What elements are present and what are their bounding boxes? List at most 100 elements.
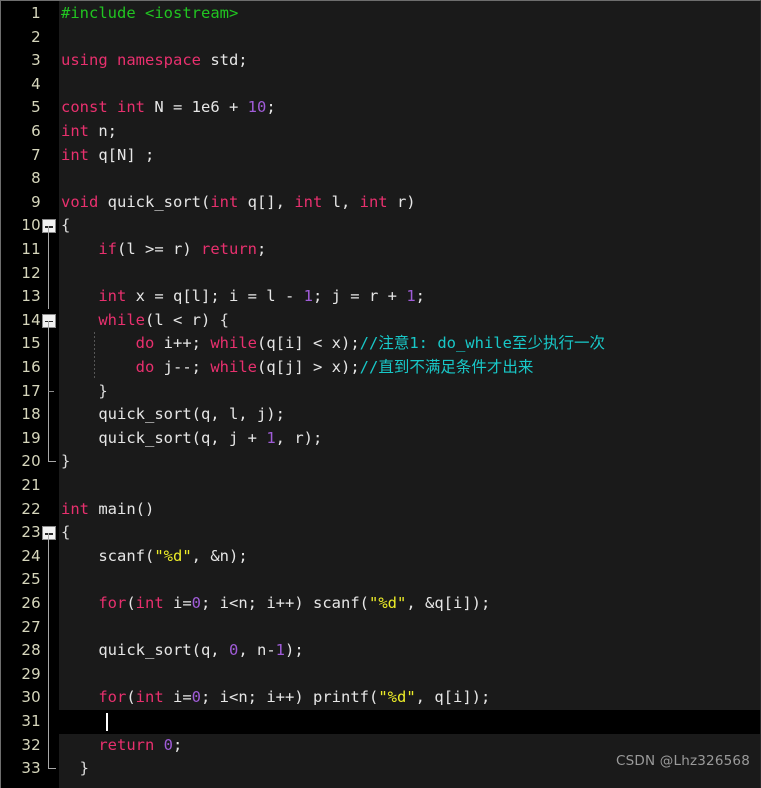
token-pl: (l < r) [145,310,220,329]
code-line[interactable]: quick_sort(q, j + 1, r); [59,427,760,451]
code-line[interactable]: do j--; while(q[j] > x);//直到不满足条件才出来 [59,356,760,380]
token-pl: quick_sort(q, l, j); [61,405,285,424]
line-number-gutter[interactable]: 1 2 3 4 5 6 7 8 9 10 11 12 13 14 15 16 17 18 19 20 21 22 23 24 2… [1,1,59,788]
fold-collapse-icon[interactable] [42,219,56,234]
token-pl: , &n); [191,546,248,565]
fold-guide-line [48,544,49,569]
gutter-row[interactable]: 3 [1,49,59,73]
line-number: 29 [21,664,41,683]
code-text: do j--; while(q[j] > x);//直到不满足条件才出来 [59,356,534,380]
code-line[interactable]: int q[N] ; [59,144,760,168]
code-line[interactable] [59,167,760,191]
fold-guide-line [48,686,49,710]
gutter-row[interactable]: 25 [1,568,59,592]
line-number: 32 [21,735,41,754]
token-str: "%d" [369,594,407,612]
code-line[interactable]: scanf("%d", &n); [59,545,760,569]
code-line[interactable]: #include <iostream> [59,2,760,26]
gutter-row[interactable]: 19 [1,426,59,451]
code-text: return 0; [59,734,182,758]
gutter-row[interactable]: 15 [1,332,59,356]
code-line[interactable]: } [59,380,760,404]
gutter-row[interactable]: 8 [1,167,59,191]
gutter-row[interactable]: 33 [1,757,59,781]
gutter-row[interactable]: 4 [1,73,59,97]
token-kw: int [61,145,89,164]
gutter-row[interactable]: 27 [1,615,59,640]
line-number: 24 [21,546,41,565]
fold-guide-line [48,320,49,333]
code-line[interactable] [59,710,760,734]
gutter-row[interactable]: 22 [1,498,59,522]
gutter-row[interactable]: 28 [1,639,59,663]
token-pl: , q[i]); [415,688,491,707]
token-kw: for [98,594,127,612]
gutter-row[interactable]: 30 [1,686,59,710]
gutter-row[interactable]: 18 [1,403,59,427]
code-text: { [59,214,70,238]
gutter-row[interactable]: 23 [1,521,59,546]
token-str: "%d" [378,688,416,707]
code-line[interactable] [59,262,760,286]
gutter-row[interactable]: 32 [1,733,59,758]
code-line[interactable] [59,474,760,498]
gutter-row[interactable]: 31 [1,710,59,734]
gutter-row[interactable]: 7 [1,144,59,168]
gutter-row[interactable]: 1 [1,2,59,26]
gutter-row[interactable]: 20 [1,450,59,474]
code-line[interactable] [59,73,760,97]
gutter-row[interactable]: 14 [1,309,59,333]
code-line[interactable]: if(l >= r) return; [59,238,760,262]
gutter-row[interactable]: 9 [1,191,59,215]
gutter-row[interactable]: 13 [1,285,59,309]
code-line[interactable]: quick_sort(q, 0, n-1); [59,639,760,663]
gutter-row[interactable]: 12 [1,261,59,286]
gutter-row[interactable]: 26 [1,592,59,616]
token-pl: n; [89,122,117,140]
code-line[interactable]: do i++; while(q[i] < x);//注意1: do_while至… [59,332,760,356]
gutter-row[interactable]: 5 [1,96,59,120]
code-text: quick_sort(q, 0, n-1); [59,639,303,663]
gutter-row[interactable]: 29 [1,662,59,687]
code-line[interactable]: using namespace std; [59,49,760,73]
csdn-watermark: CSDN @Lhz326568 [616,753,750,769]
code-line[interactable]: } [59,450,760,474]
fold-collapse-icon[interactable] [42,313,56,328]
code-text: } [59,757,89,781]
code-line[interactable]: while(l < r) { [59,309,760,333]
text-cursor [106,713,108,731]
gutter-row[interactable]: 11 [1,238,59,262]
code-editor[interactable]: 1 2 3 4 5 6 7 8 9 10 11 12 13 14 15 16 17 18 19 20 21 22 23 24 2… [0,0,761,788]
token-pl: ( [126,594,136,612]
code-line[interactable] [59,568,760,592]
code-line[interactable]: void quick_sort(int q[], int l, int r) [59,191,760,215]
gutter-row[interactable]: 10 [1,214,59,239]
gutter-row[interactable]: 2 [1,26,59,50]
token-pl: (q[i] < x); [257,334,360,353]
token-cmt: //直到不满足条件才出来 [359,358,534,376]
code-line[interactable]: { [59,521,760,545]
code-line[interactable]: const int N = 1e6 + 10; [59,96,760,120]
code-line[interactable]: int x = q[l]; i = l - 1; j = r + 1; [59,285,760,309]
fold-collapse-icon[interactable] [42,526,56,541]
fold-guide-line [48,662,49,687]
code-line[interactable]: int main() [59,498,760,522]
code-line[interactable]: quick_sort(q, l, j); [59,403,760,427]
gutter-row[interactable]: 17 [1,379,59,404]
code-line[interactable]: { [59,214,760,238]
code-line[interactable] [59,663,760,687]
gutter-row[interactable]: 21 [1,474,59,498]
gutter-row[interactable]: 24 [1,544,59,569]
code-content-area[interactable]: #include <iostream> using namespace std; c… [59,1,760,788]
code-line[interactable]: for(int i=0; i<n; i++) scanf("%d", &q[i]… [59,592,760,616]
line-number: 30 [21,688,41,707]
code-line[interactable]: int n; [59,120,760,144]
line-number: 31 [21,712,41,730]
gutter-row[interactable]: 6 [1,120,59,144]
code-line[interactable] [59,26,760,50]
code-line[interactable] [59,616,760,640]
gutter-row[interactable]: 16 [1,356,59,380]
code-line[interactable]: for(int i=0; i<n; i++) printf("%d", q[i]… [59,686,760,710]
token-br: { [61,216,71,235]
